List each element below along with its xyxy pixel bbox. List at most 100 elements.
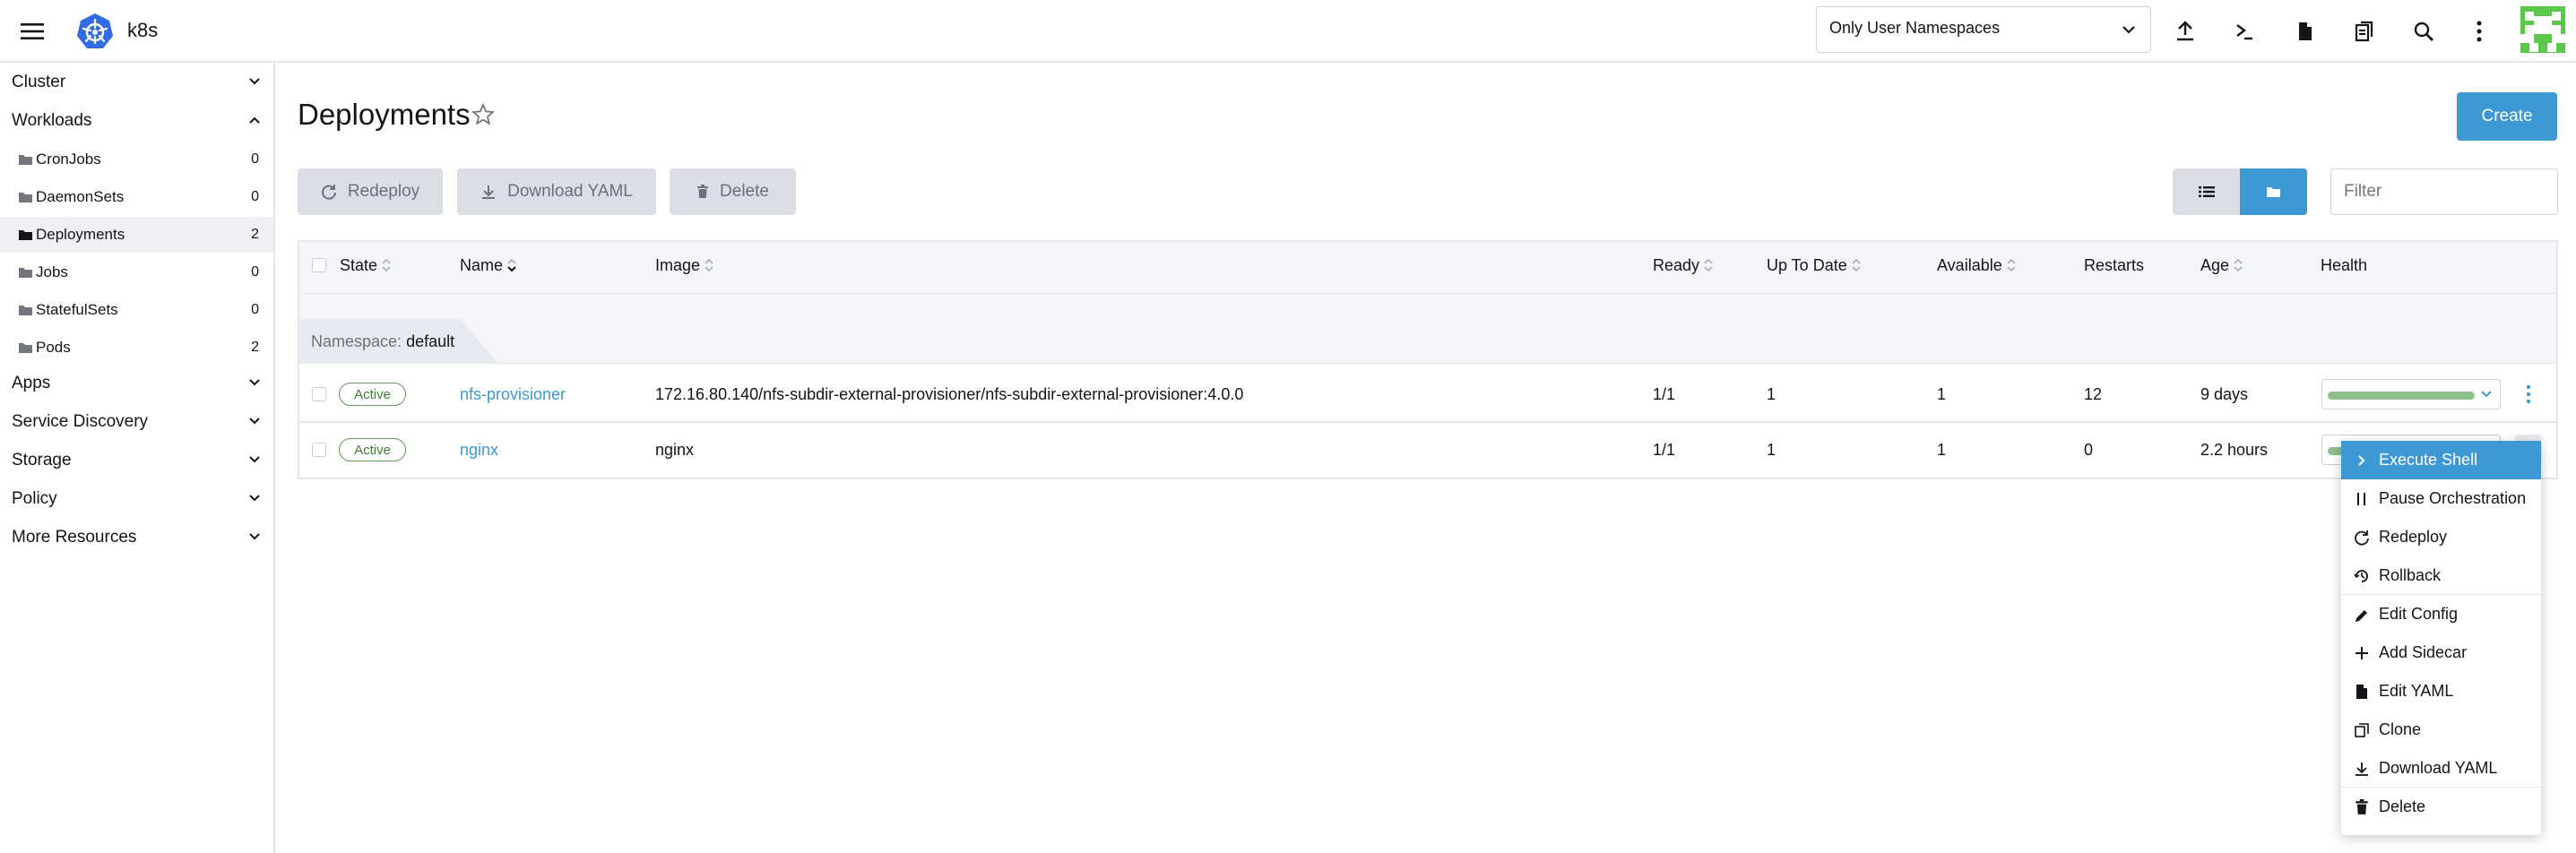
menu-item-pause-orchestration[interactable]: Pause Orchestration: [2341, 479, 2541, 518]
top-header: k8s Only User Namespaces: [0, 0, 2576, 63]
menu-item-edit-config[interactable]: Edit Config: [2341, 595, 2541, 633]
sidebar-group-policy[interactable]: Policy: [0, 481, 273, 517]
column-header-age[interactable]: Age: [2200, 253, 2243, 278]
menu-item-clone[interactable]: Clone: [2341, 711, 2541, 749]
menu-item-label: Clone: [2379, 720, 2422, 738]
sidebar-item-count: 0: [251, 151, 259, 167]
row-actions-icon[interactable]: [2526, 383, 2531, 405]
pixel-avatar-icon: [2520, 7, 2565, 52]
menu-item-label: Pause Orchestration: [2379, 489, 2527, 507]
image-cell: 172.16.80.140/nfs-subdir-external-provis…: [655, 384, 1244, 403]
column-header-ready[interactable]: Ready: [1653, 253, 1714, 278]
cluster-name: k8s: [127, 19, 159, 41]
menu-item-edit-yaml[interactable]: Edit YAML: [2341, 672, 2541, 711]
import-yaml-icon[interactable]: [2165, 12, 2205, 51]
search-icon[interactable]: [2404, 12, 2443, 51]
column-header-health: Health: [2321, 253, 2367, 278]
sidebar-item-label: StatefulSets: [36, 301, 118, 318]
ready-cell: 1/1: [1653, 384, 1676, 403]
sidebar-group-label: Storage: [12, 451, 72, 470]
sidebar-group-apps[interactable]: Apps: [0, 366, 273, 401]
sidebar-item-label: Pods: [36, 339, 71, 356]
sidebar-group-workloads[interactable]: Workloads: [0, 103, 273, 139]
chevron-down-icon: [2481, 391, 2492, 398]
health-dropdown[interactable]: [2321, 379, 2501, 409]
select-all-checkbox[interactable]: [312, 258, 326, 272]
sidebar-group-label: Service Discovery: [12, 412, 149, 431]
star-icon[interactable]: [471, 103, 495, 126]
filter-input[interactable]: [2330, 168, 2558, 215]
column-header-image[interactable]: Image: [655, 253, 714, 278]
sidebar-group-storage[interactable]: Storage: [0, 443, 273, 478]
sidebar-item-count: 0: [251, 264, 259, 280]
sort-descending-icon: [507, 259, 516, 272]
column-header-available[interactable]: Available: [1937, 253, 2017, 278]
copy-kubeconfig-icon[interactable]: [2345, 12, 2384, 51]
kubectl-shell-icon[interactable]: [2225, 12, 2264, 51]
sidebar-group-label: More Resources: [12, 528, 137, 547]
sort-icon: [1852, 259, 1861, 271]
chevron-down-icon: [249, 379, 260, 386]
sidebar-item-deployments[interactable]: Deployments 2: [0, 217, 273, 253]
history-icon: [2354, 570, 2368, 582]
redeploy-button[interactable]: Redeploy: [298, 168, 443, 215]
folder-icon: [19, 193, 32, 202]
status-badge: Active: [339, 438, 406, 461]
more-vertical-icon[interactable]: [2459, 12, 2499, 51]
folder-icon: [19, 306, 32, 315]
plus-icon: [2356, 647, 2368, 659]
sidebar-item-count: 0: [251, 189, 259, 204]
folder-icon: [19, 155, 32, 165]
sidebar-group-more-resources[interactable]: More Resources: [0, 520, 273, 556]
row-checkbox[interactable]: [312, 387, 326, 401]
create-button[interactable]: Create: [2457, 92, 2557, 141]
sidebar-item-statefulsets[interactable]: StatefulSets 0: [0, 292, 273, 328]
deployment-name-link[interactable]: nfs-provisioner: [460, 382, 566, 407]
sidebar-item-pods[interactable]: Pods 2: [0, 330, 273, 366]
hamburger-menu-icon[interactable]: [13, 12, 52, 51]
sort-icon: [705, 259, 713, 271]
chevron-down-icon: [249, 78, 260, 85]
folder-open-icon: [19, 230, 32, 240]
deployment-name-link[interactable]: nginx: [460, 437, 498, 462]
file-icon: [2356, 685, 2367, 699]
column-header-label: Image: [655, 255, 701, 274]
menu-item-delete[interactable]: Delete: [2341, 788, 2541, 826]
sidebar: Cluster Workloads CronJobs 0 DaemonSets …: [0, 63, 275, 853]
user-avatar[interactable]: [2520, 6, 2565, 53]
chevron-down-icon: [249, 456, 260, 463]
table-row-divider: [299, 421, 2556, 423]
restarts-cell: 12: [2084, 384, 2103, 403]
column-header-up-to-date[interactable]: Up To Date: [1767, 253, 1862, 278]
group-by-namespace-button[interactable]: [2240, 168, 2307, 215]
sidebar-item-jobs[interactable]: Jobs 0: [0, 254, 273, 290]
menu-item-label: Execute Shell: [2379, 451, 2478, 469]
create-button-label: Create: [2481, 107, 2533, 125]
sidebar-group-label: Policy: [12, 489, 57, 508]
column-header-label: Available: [1937, 255, 2002, 274]
menu-item-redeploy[interactable]: Redeploy: [2341, 518, 2541, 556]
column-header-label: Age: [2200, 255, 2230, 274]
row-checkbox[interactable]: [312, 443, 326, 457]
copy-icon: [2355, 723, 2369, 737]
folder-icon: [19, 343, 32, 353]
sidebar-group-cluster[interactable]: Cluster: [0, 65, 273, 100]
download-yaml-button[interactable]: Download YAML: [457, 168, 656, 215]
sidebar-group-service-discovery[interactable]: Service Discovery: [0, 404, 273, 440]
column-header-name[interactable]: Name: [460, 253, 517, 278]
sidebar-item-cronjobs[interactable]: CronJobs 0: [0, 142, 273, 177]
namespace-select[interactable]: Only User Namespaces: [1816, 6, 2151, 53]
delete-button[interactable]: Delete: [670, 168, 796, 215]
menu-item-download-yaml[interactable]: Download YAML: [2341, 749, 2541, 788]
sidebar-item-daemonsets[interactable]: DaemonSets 0: [0, 179, 273, 215]
list-view-button[interactable]: [2173, 168, 2240, 215]
folder-icon: [19, 268, 32, 278]
menu-item-execute-shell[interactable]: Execute Shell: [2341, 441, 2541, 479]
sidebar-item-count: 2: [251, 340, 259, 355]
sidebar-item-count: 0: [251, 302, 259, 317]
kubeconfig-file-icon[interactable]: [2286, 12, 2325, 51]
menu-item-add-sidecar[interactable]: Add Sidecar: [2341, 633, 2541, 672]
menu-item-rollback[interactable]: Rollback: [2341, 556, 2541, 595]
sort-icon: [2007, 259, 2016, 271]
column-header-state[interactable]: State: [340, 253, 392, 278]
